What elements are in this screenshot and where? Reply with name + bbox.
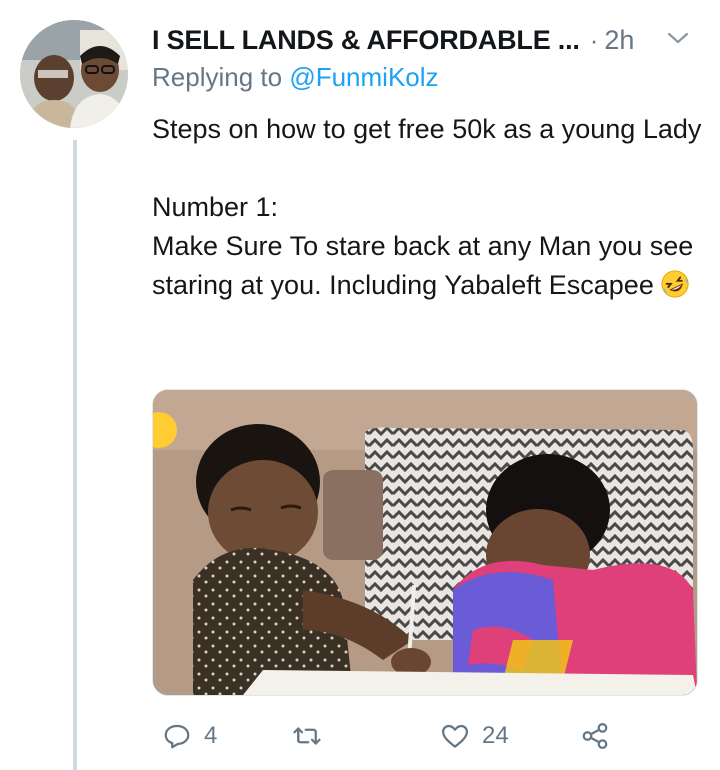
tweet-paragraph-2: Number 1: Make Sure To stare back at any… bbox=[152, 188, 702, 305]
thread-line bbox=[73, 140, 77, 770]
share-icon bbox=[582, 723, 608, 749]
reply-button[interactable]: 4 bbox=[162, 716, 217, 756]
tweet-header: I SELL LANDS & AFFORDABLE ... · 2h bbox=[152, 22, 634, 58]
tweet-text: Steps on how to get free 50k as a young … bbox=[152, 110, 702, 305]
chevron-down-icon[interactable] bbox=[664, 24, 692, 52]
retweet-button[interactable] bbox=[292, 716, 334, 756]
reply-count: 4 bbox=[204, 722, 218, 749]
laughing-emoji-icon bbox=[661, 270, 689, 298]
tweet-paragraph-1: Steps on how to get free 50k as a young … bbox=[152, 114, 702, 144]
avatar-image bbox=[20, 20, 128, 128]
replying-to: Replying to @FunmiKolz bbox=[152, 62, 439, 93]
like-icon bbox=[442, 724, 468, 748]
tweet-paragraph-2-text: Number 1: Make Sure To stare back at any… bbox=[152, 192, 694, 300]
like-count: 24 bbox=[482, 722, 509, 749]
tweet-actions: 4 24 bbox=[152, 716, 622, 756]
replying-prefix: Replying to bbox=[152, 62, 283, 92]
separator-dot: · bbox=[589, 24, 599, 55]
like-button[interactable]: 24 bbox=[440, 716, 509, 756]
share-button[interactable] bbox=[580, 716, 610, 756]
author-name[interactable]: I SELL LANDS & AFFORDABLE ... bbox=[152, 25, 580, 56]
tweet-media-image[interactable] bbox=[152, 389, 698, 696]
timestamp[interactable]: 2h bbox=[604, 25, 634, 56]
media-illustration bbox=[153, 390, 697, 695]
reply-icon bbox=[164, 724, 190, 749]
reply-handle-link[interactable]: @FunmiKolz bbox=[289, 62, 438, 92]
avatar[interactable] bbox=[20, 20, 128, 128]
retweet-icon bbox=[293, 727, 321, 745]
